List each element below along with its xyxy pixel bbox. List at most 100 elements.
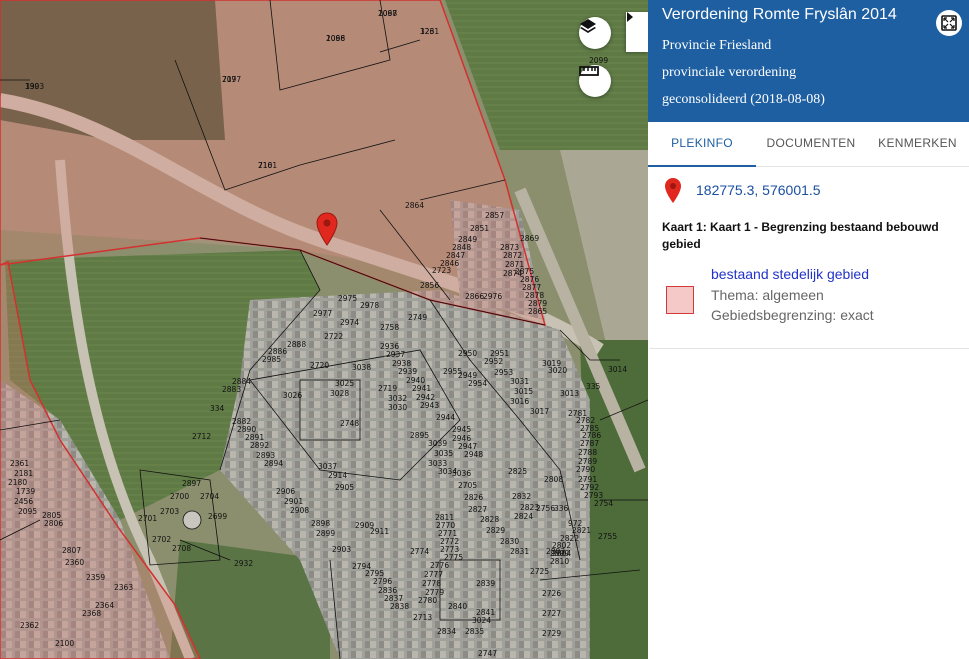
parcel-number: 3035 [434,449,454,458]
parcel-number: 2790 [576,465,596,474]
parcel-number: 2748 [340,419,360,428]
caret-right-icon [627,12,633,22]
parcel-number: 2941 [412,384,432,393]
layers-icon [580,19,596,33]
map-viewport[interactable]: 1067 1068 717 716 1993 326 2864 2857 2851 2849 284… [0,0,648,659]
parcel-number: 2359 [86,573,106,582]
tab-kenmerken[interactable]: KENMERKEN [866,122,969,165]
parcel-number: 2952 [484,357,504,366]
parcel-number: 2943 [420,401,440,410]
legend-swatch [666,286,694,314]
parcel-number: 2944 [436,413,456,422]
parcel-number: 2097 [222,75,242,84]
parcel-number: 3038 [352,363,372,372]
parcel-number: 3020 [548,366,568,375]
parcel-number: 2360 [65,558,85,567]
parcel-number: 3025 [335,379,355,388]
parcel-number: 2865 [528,307,548,316]
parcel-number: 334 [210,404,225,413]
parcel-number: 2723 [432,266,452,275]
parcel-number: 2864 [405,201,425,210]
legend-property-gebiedsbegrenzing: Gebiedsbegrenzing: exact [711,307,874,323]
parcel-number: 2954 [468,379,488,388]
fullscreen-button[interactable] [936,10,962,36]
parcel-number: 2780 [418,596,438,605]
parcel-number: 2729 [542,629,562,638]
parcel-number: 2840 [448,602,468,611]
parcel-number: 2099 [589,56,609,65]
parcel-number: 3030 [388,403,408,412]
legend-item-name[interactable]: bestaand stedelijk gebied [711,266,869,282]
tab-documenten[interactable]: DOCUMENTEN [756,122,866,165]
parcel-number: 2708 [172,544,192,553]
parcel-number: 2883 [222,385,242,394]
parcel-number: 3026 [283,391,303,400]
parcel-number: 2898 [311,519,331,528]
parcel-number: 2361 [10,459,30,468]
info-panel: Verordening Romte Fryslân 2014 Provincie… [648,0,969,659]
parcel-number: 2810 [550,557,570,566]
map-pin-icon [665,177,681,203]
parcel-number: 2778 [422,579,442,588]
parcel-number: 2727 [542,609,562,618]
parcel-number: 2827 [468,505,488,514]
parcel-number: 2702 [152,535,172,544]
parcel-number: 2749 [408,313,428,322]
parcel-number: 335 [586,382,601,391]
parcel-number: 2807 [62,546,82,555]
collapse-panel-button[interactable] [626,12,648,52]
parcel-number: 3032 [388,394,408,403]
parcel-number: 2945 [452,425,472,434]
panel-header: Verordening Romte Fryslân 2014 Provincie… [648,0,969,122]
parcel-number: 3024 [472,616,492,625]
parcel-number: 1231 [420,27,440,36]
plan-title: Verordening Romte Fryslân 2014 [662,6,897,23]
parcel-number: 2901 [284,497,304,506]
panel-tabs: PLEKINFO DOCUMENTEN KENMERKEN [648,122,969,167]
tab-plekinfo[interactable]: PLEKINFO [648,122,756,167]
parcel-number: 2095 [18,507,38,516]
parcel-number: 2932 [234,559,254,568]
parcel-number: 2774 [410,547,430,556]
parcel-number: 2838 [390,602,410,611]
measure-button[interactable] [579,65,611,97]
parcel-number: 3036 [452,469,472,478]
parcel-number: 2869 [520,234,540,243]
coordinate-row: 182775.3, 576001.5 [664,176,821,204]
parcel-number: 2713 [413,613,433,622]
parcel-number: 3017 [530,407,550,416]
parcel-number: 2839 [476,579,496,588]
parcel-number: 3014 [608,365,628,374]
map-layer-title: Kaart 1: Kaart 1 - Begrenzing bestaand b… [662,220,939,251]
legend-property-thema: Thema: algemeen [711,287,824,303]
parcel-number: 2758 [380,323,400,332]
parcel-number: 2787 [580,439,600,448]
parcel-number: 2903 [332,545,352,554]
parcel-number: 2911 [370,527,390,536]
coordinate-readout[interactable]: 182775.3, 576001.5 [696,182,821,198]
parcel-number: 2897 [182,479,202,488]
parcel-number: 2362 [20,621,40,630]
parcel-number: 2856 [420,281,440,290]
location-marker-icon[interactable] [316,212,338,246]
parcel-number: 2831 [510,547,530,556]
parcel-number: 2096 [326,34,346,43]
parcel-number: 2704 [200,492,220,501]
parcel-number: 2368 [82,609,102,618]
parcel-number: 2955 [443,367,463,376]
parcel-number: 2712 [192,432,212,441]
parcel-number: 2894 [264,459,284,468]
parcel-number: 2788 [578,448,598,457]
plan-type: provinciale verordening [662,65,797,80]
parcel-number: 2824 [514,512,534,521]
parcel-number: 2720 [310,361,330,370]
parcel-number: 2906 [276,487,296,496]
parcel-number: 2825 [508,467,528,476]
parcel-number: 3013 [560,389,580,398]
parcel-number: 2895 [410,431,430,440]
parcel-number: 2703 [160,507,180,516]
layers-button[interactable] [579,17,611,49]
parcel-number: 2974 [340,318,360,327]
plan-status: geconsolideerd (2018-08-08) [662,92,825,107]
parcel-number: 3016 [510,397,530,406]
